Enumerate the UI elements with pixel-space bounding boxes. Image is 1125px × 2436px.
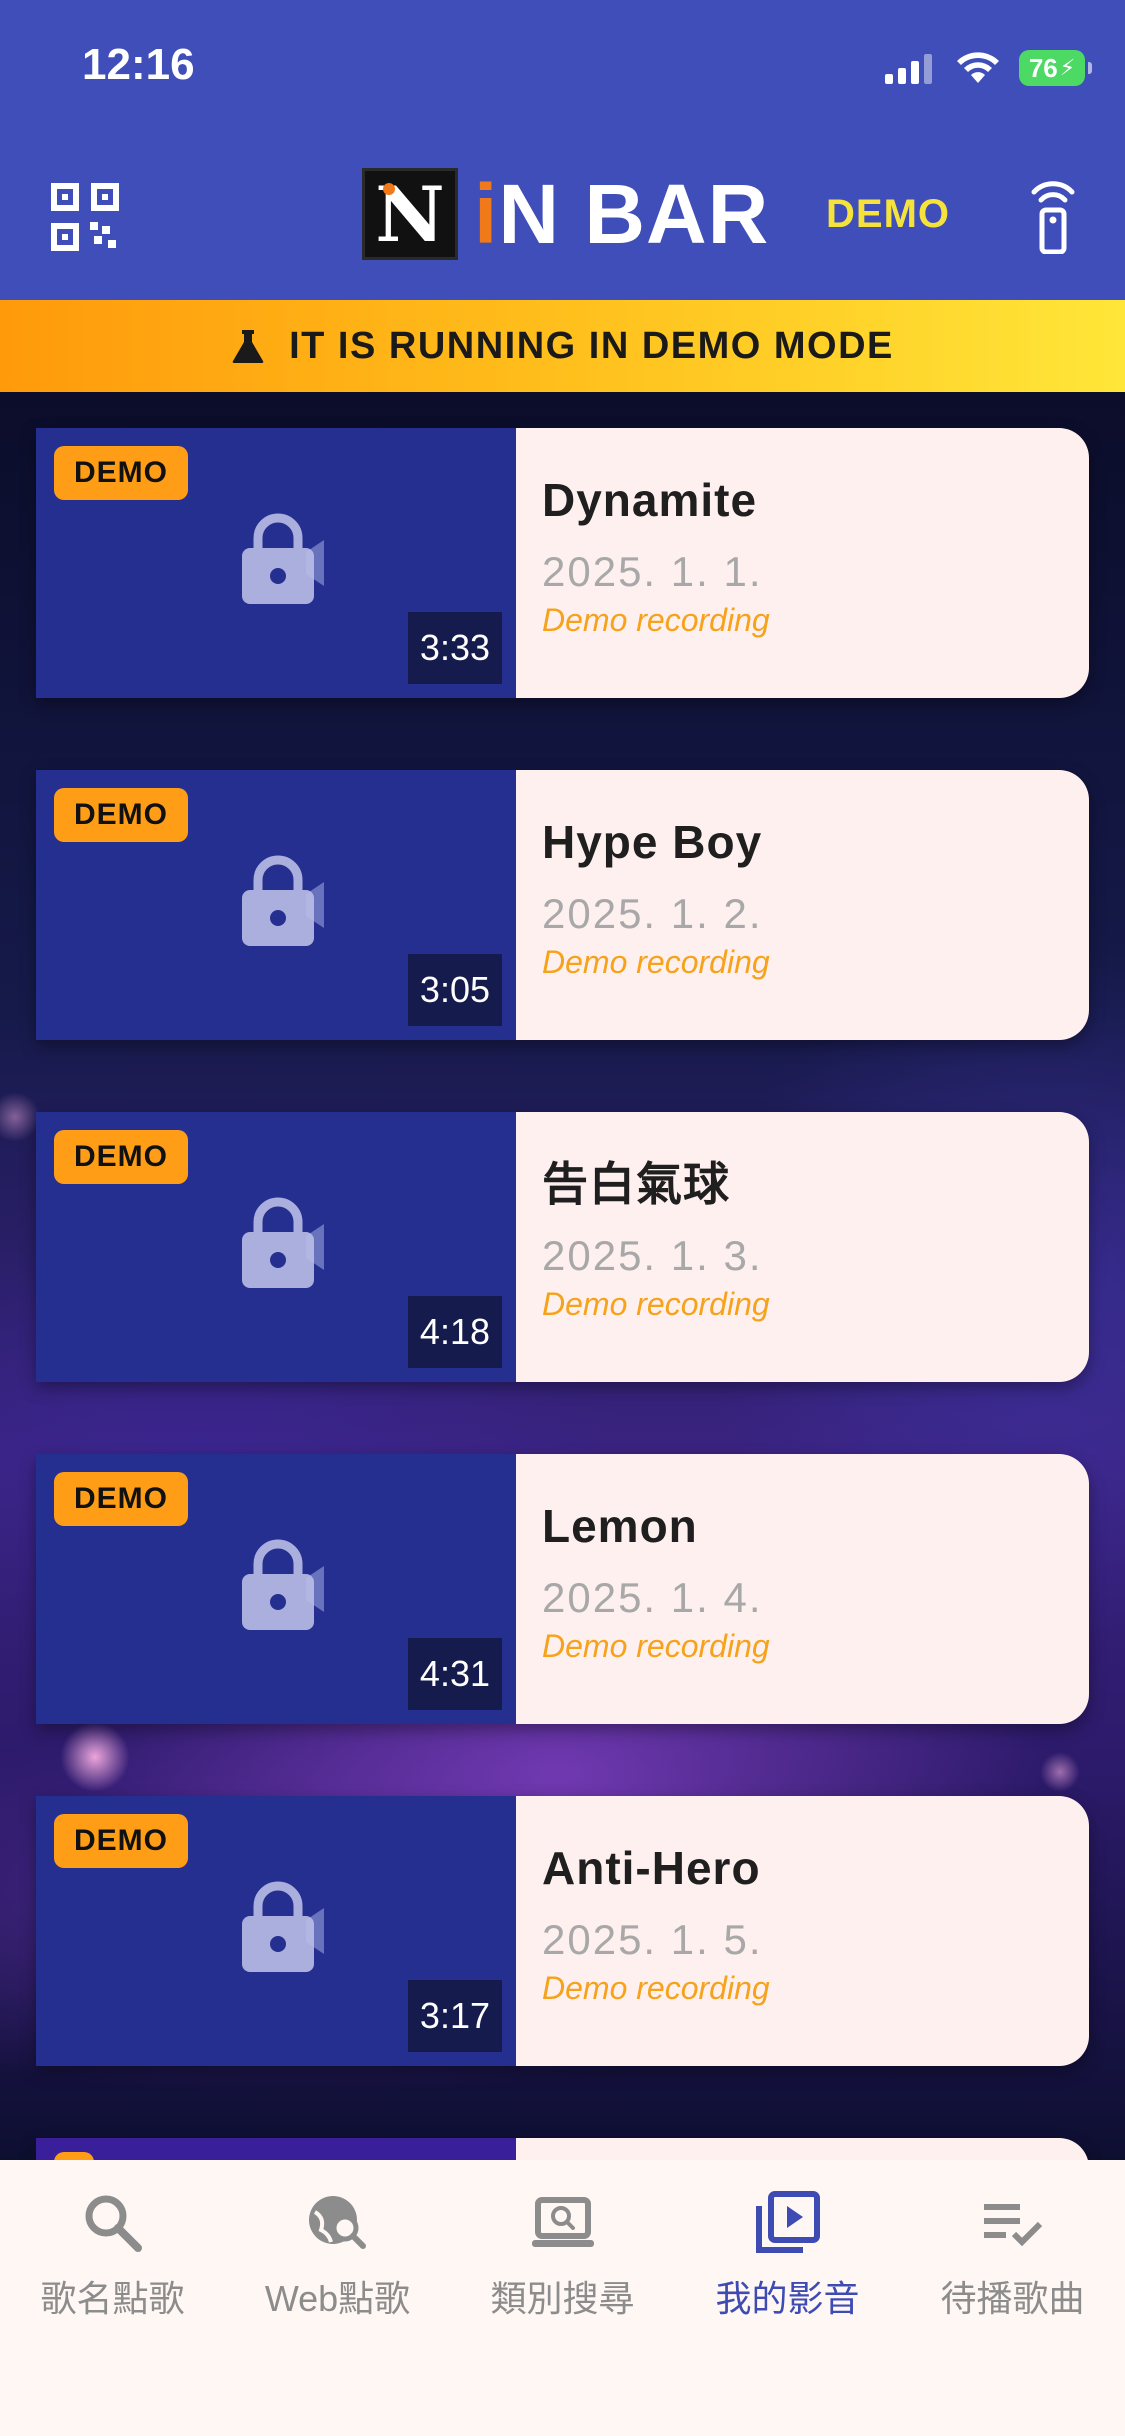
demo-mode-button[interactable]: DEMO <box>826 192 950 237</box>
bottom-navigation: 歌名點歌 Web點歌 類別搜尋 我的影音 待播歌曲 <box>0 2160 1125 2436</box>
video-thumbnail[interactable]: DEMO 4:31 <box>36 1454 516 1724</box>
song-date: 2025. 1. 5. <box>542 1916 763 1963</box>
wifi-icon <box>957 52 999 83</box>
locked-video-icon <box>242 513 324 604</box>
song-note: Demo recording <box>542 1628 770 1664</box>
video-info[interactable]: Lemon 2025. 1. 4. Demo recording <box>516 1454 1089 1724</box>
video-info[interactable]: Dynamite 2025. 1. 1. Demo recording <box>516 428 1089 698</box>
nav-label: 歌名點歌 <box>40 2278 185 2319</box>
song-note: Demo recording <box>542 1286 770 1322</box>
nav-label: 待播歌曲 <box>940 2278 1085 2319</box>
song-note: Demo recording <box>542 1970 770 2006</box>
demo-mode-banner: IT IS RUNNING IN DEMO MODE <box>0 300 1125 392</box>
song-date: 2025. 1. 1. <box>542 548 763 595</box>
song-title: Hype Boy <box>542 816 763 868</box>
locked-video-icon <box>242 855 324 946</box>
cellular-signal-icon <box>885 54 932 84</box>
video-card[interactable]: DEMO 3:33 Dynamite 2025. 1. 1. Demo reco… <box>36 428 1089 698</box>
app-logo: N iN BAR <box>362 168 769 260</box>
web-search-icon <box>308 2196 366 2249</box>
song-title: Dynamite <box>542 474 758 526</box>
search-icon <box>85 2195 142 2252</box>
video-card[interactable]: DEMO 4:18 告白氣球 2025. 1. 3. Demo recordin… <box>36 1112 1089 1382</box>
video-card[interactable]: DEMO 3:05 Hype Boy 2025. 1. 2. Demo reco… <box>36 770 1089 1040</box>
logo-wordmark: iN BAR <box>474 167 770 261</box>
video-duration: 4:18 <box>407 1296 502 1368</box>
nav-song-search[interactable]: 歌名點歌 <box>0 2190 225 2330</box>
charging-bolt-icon: ⚡ <box>1059 55 1076 80</box>
song-date: 2025. 1. 2. <box>542 890 763 937</box>
video-card[interactable]: DEMO 4:31 Lemon 2025. 1. 4. Demo recordi… <box>36 1454 1089 1724</box>
app-header: 12:16 76 ⚡ N iN BAR DEMO <box>0 0 1125 300</box>
nav-label: 類別搜尋 <box>490 2278 635 2319</box>
locked-video-icon <box>242 1881 324 1972</box>
status-time: 12:16 <box>82 40 195 89</box>
video-thumbnail[interactable]: DEMO 4:18 <box>36 1112 516 1382</box>
video-info[interactable]: Anti-Hero 2025. 1. 5. Demo recording <box>516 1796 1089 2066</box>
video-info[interactable] <box>516 2138 1089 2160</box>
category-search-icon <box>531 2197 594 2247</box>
remote-control-icon <box>1031 181 1075 255</box>
video-thumbnail[interactable]: DEMO 3:33 <box>36 428 516 698</box>
video-card[interactable]: DEMO 3:17 Anti-Hero 2025. 1. 5. Demo rec… <box>36 1796 1089 2066</box>
song-note: Demo recording <box>542 944 770 980</box>
demo-badge: DEMO <box>54 1130 188 1184</box>
logo-mark: N <box>362 168 458 260</box>
song-title: Anti-Hero <box>542 1842 761 1894</box>
video-duration: 3:05 <box>407 954 502 1026</box>
demo-badge: DEMO <box>54 1814 188 1868</box>
qr-code-button[interactable] <box>50 182 120 252</box>
video-library-icon <box>755 2191 820 2253</box>
song-date: 2025. 1. 4. <box>542 1574 763 1621</box>
song-title: 告白氣球 <box>542 1158 730 1210</box>
nav-queue[interactable]: 待播歌曲 <box>900 2190 1125 2330</box>
battery-level: 76 <box>1028 52 1058 83</box>
nav-label: Web點歌 <box>264 2278 411 2319</box>
video-thumbnail[interactable] <box>36 2138 516 2160</box>
video-duration: 3:33 <box>407 612 502 684</box>
video-thumbnail[interactable]: DEMO 3:05 <box>36 770 516 1040</box>
playlist-check-icon <box>983 2204 1042 2247</box>
battery-indicator: 76 ⚡ <box>1019 50 1092 86</box>
video-thumbnail[interactable]: DEMO 3:17 <box>36 1796 516 2066</box>
demo-badge: DEMO <box>54 446 188 500</box>
nav-web-search[interactable]: Web點歌 <box>225 2190 450 2330</box>
demo-badge: DEMO <box>54 1472 188 1526</box>
demo-badge <box>54 2152 94 2160</box>
song-title: Lemon <box>542 1500 698 1552</box>
video-info[interactable]: Hype Boy 2025. 1. 2. Demo recording <box>516 770 1089 1040</box>
demo-banner-text: IT IS RUNNING IN DEMO MODE <box>289 324 894 367</box>
song-note: Demo recording <box>542 602 770 638</box>
status-icons: 76 ⚡ <box>885 48 1092 88</box>
qr-code-icon <box>51 183 119 251</box>
remote-control-button[interactable] <box>1028 178 1078 255</box>
video-duration: 3:17 <box>407 1980 502 2052</box>
flask-icon <box>232 330 264 363</box>
video-card-partial[interactable] <box>36 2138 1089 2160</box>
song-date: 2025. 1. 3. <box>542 1232 763 1279</box>
locked-video-icon <box>242 1539 324 1630</box>
video-list[interactable]: DEMO 3:33 Dynamite 2025. 1. 1. Demo reco… <box>0 392 1125 2160</box>
nav-category-search[interactable]: 類別搜尋 <box>450 2190 675 2330</box>
nav-label: 我的影音 <box>715 2278 860 2319</box>
nav-my-videos[interactable]: 我的影音 <box>675 2190 900 2330</box>
video-duration: 4:31 <box>407 1638 502 1710</box>
locked-video-icon <box>242 1197 324 1288</box>
video-info[interactable]: 告白氣球 2025. 1. 3. Demo recording <box>516 1112 1089 1382</box>
demo-badge: DEMO <box>54 788 188 842</box>
